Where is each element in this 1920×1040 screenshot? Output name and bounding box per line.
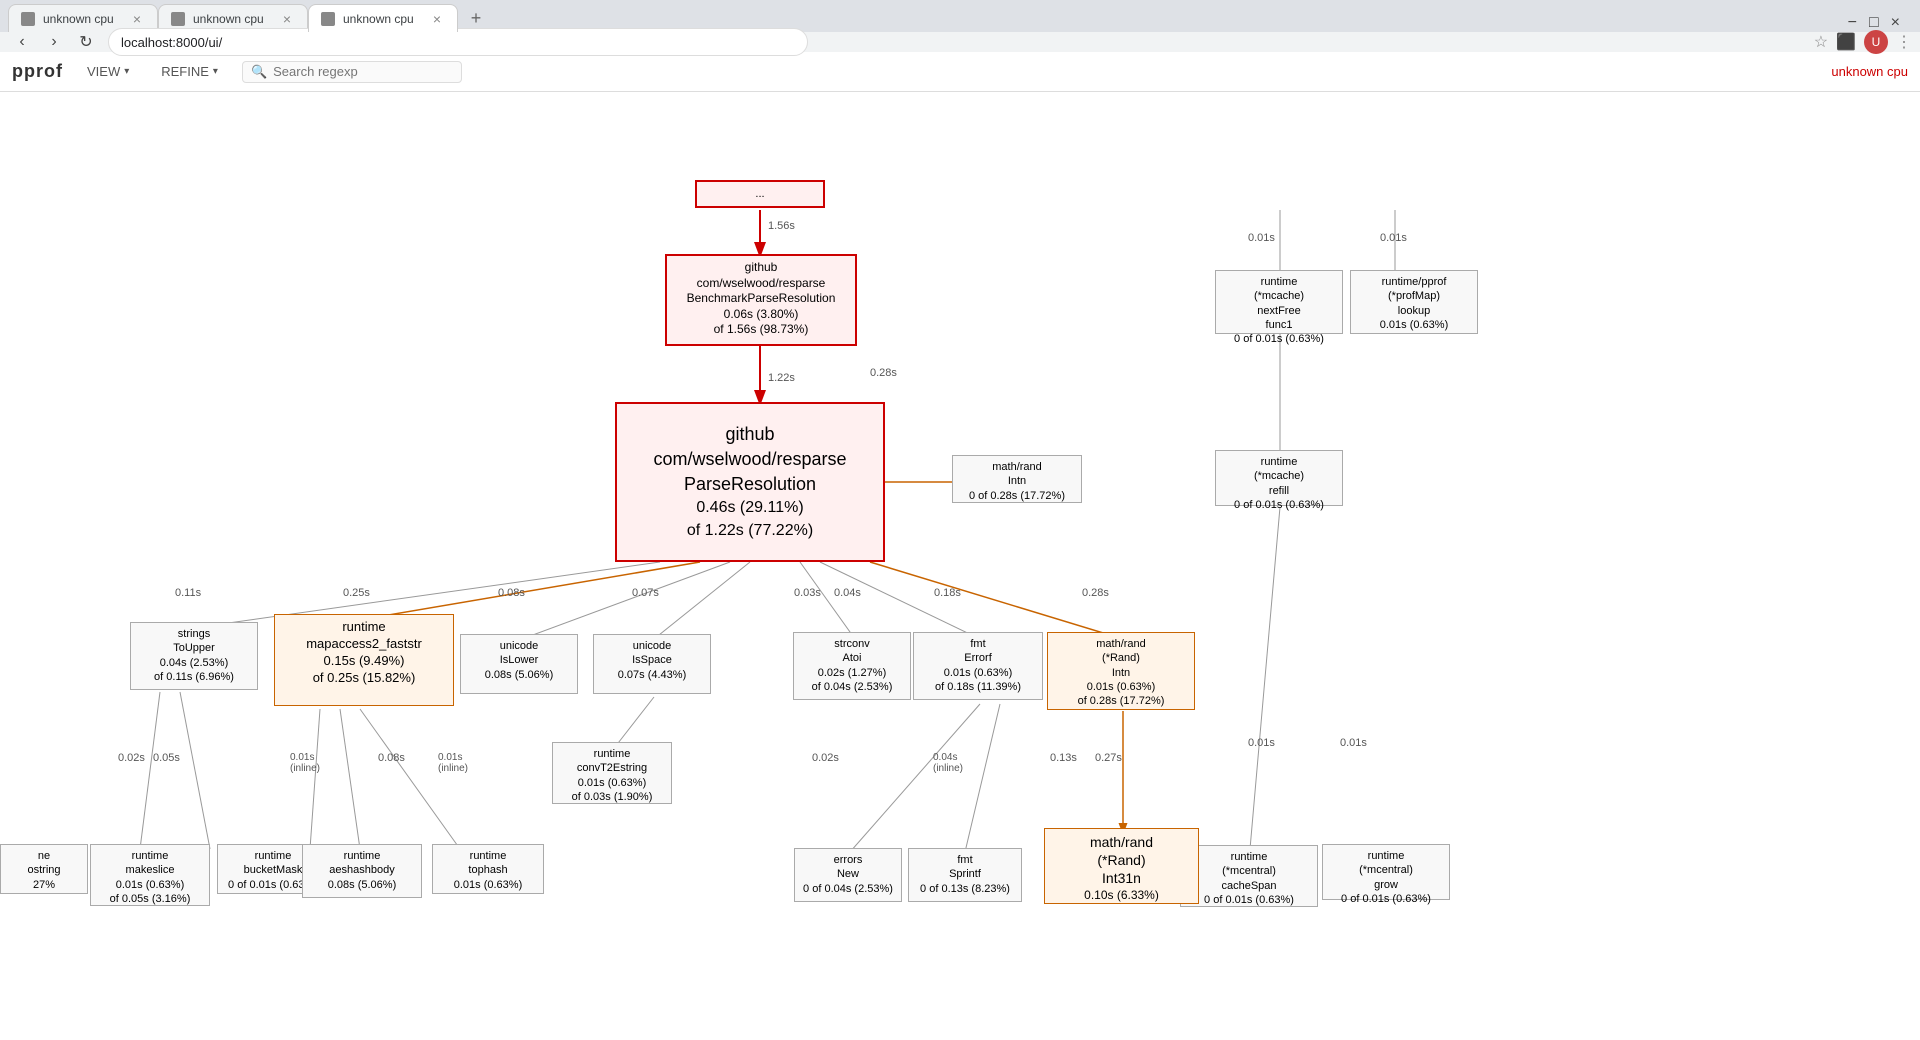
edge-label-0.27s: 0.27s [1095, 752, 1122, 764]
node-mathrand-rand-intn[interactable]: math/rand (*Rand) Intn 0.01s (0.63%) of … [1047, 632, 1195, 710]
refine-label: REFINE [161, 64, 209, 79]
node-runtime-tophash[interactable]: runtime tophash 0.01s (0.63%) [432, 844, 544, 894]
node-unicode-isspace[interactable]: unicode IsSpace 0.07s (4.43%) [593, 634, 711, 694]
forward-button[interactable]: › [40, 28, 68, 56]
reload-button[interactable]: ↻ [72, 28, 100, 56]
node-runtime-mcentral-grow[interactable]: runtime (*mcentral) grow 0 of 0.01s (0.6… [1322, 844, 1450, 900]
tab-title-2: unknown cpu [193, 12, 271, 26]
edge-label-0.03s: 0.03s [794, 587, 821, 599]
tab-favicon-2 [171, 12, 185, 26]
edge-label-0.08s-b: 0.08s [378, 752, 405, 764]
edge-label-inline-3: 0.04s(inline) [933, 752, 963, 774]
node-runtime-convt2estring[interactable]: runtime convT2Estring 0.01s (0.63%) of 0… [552, 742, 672, 804]
edge-label-0.01s-bottom-right: 0.01s [1248, 737, 1275, 749]
edge-label-0.11s: 0.11s [175, 587, 201, 599]
refine-chevron-icon: ▾ [213, 66, 218, 77]
edge-label-1.56s: 1.56s [768, 220, 795, 232]
edge-label-0.28s-right: 0.28s [870, 367, 897, 379]
edge-label-0.02s-b: 0.02s [812, 752, 839, 764]
node-ne-ostring[interactable]: ne ostring 27% [0, 844, 88, 894]
tab-3[interactable]: unknown cpu × [308, 4, 458, 32]
app-logo: pprof [12, 61, 63, 82]
view-label: VIEW [87, 64, 120, 79]
menu-icon[interactable]: ⋮ [1896, 32, 1912, 52]
tab-favicon-1 [21, 12, 35, 26]
address-bar: ‹ › ↻ ☆ ⬛ U ⋮ [0, 32, 1920, 52]
search-input[interactable] [273, 64, 453, 79]
edge-label-0.01s-top-right: 0.01s [1248, 232, 1275, 244]
view-button[interactable]: VIEW ▾ [79, 60, 137, 83]
edge-label-0.01s-top-right2: 0.01s [1380, 232, 1407, 244]
node-unicode-islower[interactable]: unicode IsLower 0.08s (5.06%) [460, 634, 578, 694]
node-runtime-mcache-nextfree[interactable]: runtime (*mcache) nextFree func1 0 of 0.… [1215, 270, 1343, 334]
edge-label-1.22s: 1.22s [768, 372, 795, 384]
graph-area: 1.56s 1.22s 0.28s 0.11s 0.25s 0.08s 0.07… [0, 92, 1920, 1040]
node-fmt-errorf[interactable]: fmt Errorf 0.01s (0.63%) of 0.18s (11.39… [913, 632, 1043, 700]
node-mathrand-rand-int31n[interactable]: math/rand (*Rand) Int31n 0.10s (6.33%) [1044, 828, 1199, 904]
nav-buttons: ‹ › ↻ [8, 28, 100, 56]
node-runtime-makeslice[interactable]: runtime makeslice 0.01s (0.63%) of 0.05s… [90, 844, 210, 906]
tab-title-1: unknown cpu [43, 12, 121, 26]
edge-label-inline-1: 0.01s(inline) [290, 752, 320, 774]
edge-label-0.02s: 0.02s [118, 752, 145, 764]
node-fmt-sprintf[interactable]: fmt Sprintf 0 of 0.13s (8.23%) [908, 848, 1022, 902]
node-runtime-pprof-profmap-lookup[interactable]: runtime/pprof (*profMap) lookup 0.01s (0… [1350, 270, 1478, 334]
node-strings-toupper[interactable]: strings ToUpper 0.04s (2.53%) of 0.11s (… [130, 622, 258, 690]
search-icon: 🔍 [251, 64, 267, 80]
edge-label-0.28s-bottom: 0.28s [1082, 587, 1109, 599]
edge-label-0.01s-br2: 0.01s [1340, 737, 1367, 749]
browser-chrome: unknown cpu × unknown cpu × unknown cpu … [0, 0, 1920, 52]
profile-icon[interactable]: U [1864, 30, 1888, 54]
main-content: 1.56s 1.22s 0.28s 0.11s 0.25s 0.08s 0.07… [0, 92, 1920, 1040]
back-button[interactable]: ‹ [8, 28, 36, 56]
tab-title-3: unknown cpu [343, 12, 421, 26]
edge-label-0.05s: 0.05s [153, 752, 180, 764]
tab-close-2[interactable]: × [279, 11, 295, 27]
app-toolbar: pprof VIEW ▾ REFINE ▾ 🔍 unknown cpu [0, 52, 1920, 92]
node-runtime-mcache-refill[interactable]: runtime (*mcache) refill 0 of 0.01s (0.6… [1215, 450, 1343, 506]
edge-label-0.25s: 0.25s [343, 587, 370, 599]
extensions-icon[interactable]: ⬛ [1836, 32, 1856, 52]
edge-label-inline-2: 0.01s(inline) [438, 752, 468, 774]
user-link[interactable]: unknown cpu [1831, 64, 1908, 79]
node-parse-resolution[interactable]: github com/wselwood/resparse ParseResolu… [615, 402, 885, 562]
node-errors-new[interactable]: errors New 0 of 0.04s (2.53%) [794, 848, 902, 902]
edge-label-0.07s: 0.07s [632, 587, 659, 599]
edge-label-0.18s: 0.18s [934, 587, 961, 599]
bookmark-area: ☆ ⬛ U ⋮ [1814, 30, 1912, 54]
edge-label-0.08s: 0.08s [498, 587, 525, 599]
edge-label-0.13s: 0.13s [1050, 752, 1077, 764]
tab-close-3[interactable]: × [429, 11, 445, 27]
node-runtime-mapaccess[interactable]: runtime mapaccess2_faststr 0.15s (9.49%)… [274, 614, 454, 706]
url-input[interactable] [108, 28, 808, 56]
edge-label-0.04s: 0.04s [834, 587, 861, 599]
node-strconv-atoi[interactable]: strconv Atoi 0.02s (1.27%) of 0.04s (2.5… [793, 632, 911, 700]
tab-favicon-3 [321, 12, 335, 26]
bookmark-icon[interactable]: ☆ [1814, 32, 1828, 52]
tab-close-1[interactable]: × [129, 11, 145, 27]
node-benchmark[interactable]: github com/wselwood/resparse BenchmarkPa… [665, 254, 857, 346]
view-chevron-icon: ▾ [124, 66, 129, 77]
refine-button[interactable]: REFINE ▾ [153, 60, 226, 83]
node-top-partial[interactable]: ... [695, 180, 825, 208]
node-runtime-mcentral-cachespan[interactable]: runtime (*mcentral) cacheSpan 0 of 0.01s… [1180, 845, 1318, 907]
search-box: 🔍 [242, 61, 462, 83]
node-runtime-aeshashbody[interactable]: runtime aeshashbody 0.08s (5.06%) [302, 844, 422, 898]
node-mathrand-intn[interactable]: math/rand Intn 0 of 0.28s (17.72%) [952, 455, 1082, 503]
